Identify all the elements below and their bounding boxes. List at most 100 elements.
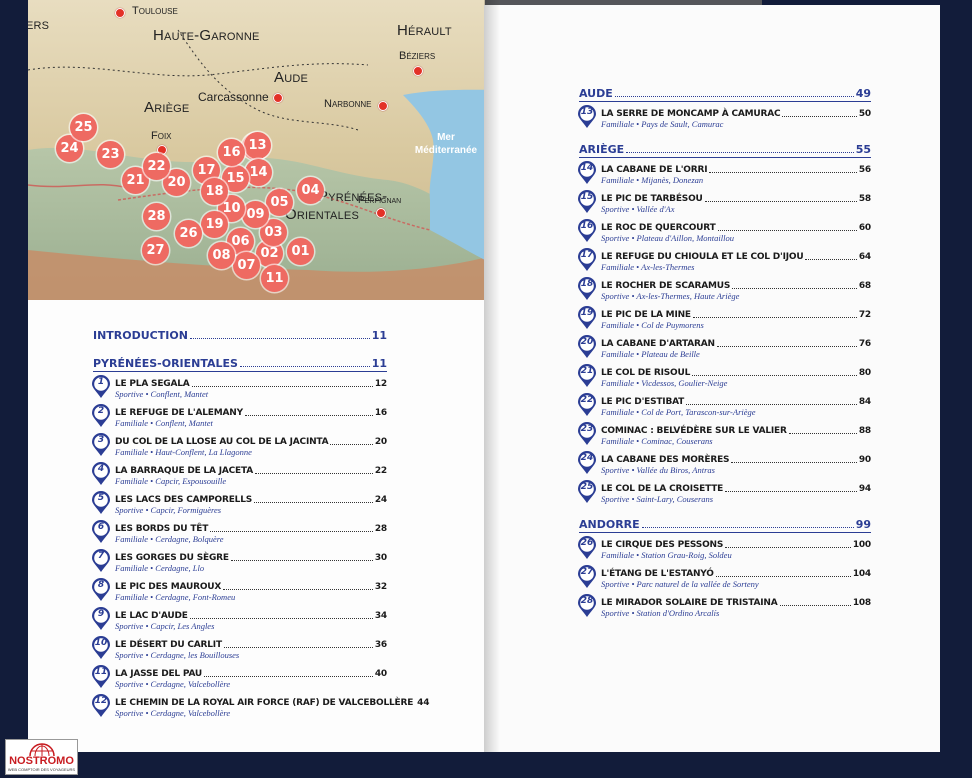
sea-label: Mer Méditerranée <box>406 131 485 157</box>
map-marker[interactable]: 16 <box>218 139 245 166</box>
map-pin-icon: 17 <box>577 248 597 272</box>
entry-title: L'étang de l'Estanyó <box>601 569 714 579</box>
toc-section-pyrenees-orientales[interactable]: Pyrénées-Orientales 11 <box>93 354 387 370</box>
entry-subtitle: Sportive • Vallée du Biros, Antras <box>601 465 715 475</box>
entry-number: 2 <box>97 406 105 416</box>
map-pin-icon: 4 <box>91 462 111 486</box>
map-marker[interactable]: 13 <box>244 132 271 159</box>
entry-page: 20 <box>374 437 387 447</box>
leader-dots <box>191 385 373 387</box>
map-marker[interactable]: 19 <box>201 211 228 238</box>
book-gutter <box>484 0 500 752</box>
entry-page: 104 <box>852 569 871 579</box>
city-label-narbonne: Narbonne <box>324 98 372 110</box>
toc-section-aude[interactable]: Aude 49 <box>579 84 871 100</box>
toc-entry[interactable]: 4 La barraque de la Jaceta 22 Familiale • C… <box>91 462 387 492</box>
toc-entry[interactable]: 25 Le col de la Croisette 94 Sportive • Sai… <box>578 480 871 510</box>
entry-page: 100 <box>852 540 871 550</box>
map-pin-icon: 16 <box>577 219 597 243</box>
entry-page: 44 <box>417 698 430 708</box>
map-marker[interactable]: 07 <box>233 252 260 279</box>
toc-section-andorre[interactable]: Andorre 99 <box>579 515 871 531</box>
entry-title-row: Le pic de la Mine 72 <box>601 307 871 320</box>
right-page: Aude 49 13 La serre de Moncamp à Camurac 5… <box>484 5 940 752</box>
map-marker[interactable]: 14 <box>245 159 272 186</box>
toc-entry[interactable]: 20 La cabane d'Artaran 76 Familiale • Plate… <box>578 335 871 365</box>
toc-entry[interactable]: 26 Le cirque des Pessons 100 Familiale • St… <box>578 536 871 566</box>
toc-aude-entries: 13 La serre de Moncamp à Camurac 50 Familia… <box>578 105 871 135</box>
entry-number: 10 <box>94 638 108 648</box>
entry-title-row: Le mirador solaire de Tristaina 108 <box>601 595 871 608</box>
toc-entry[interactable]: 6 Les bords du Têt 28 Familiale • Cerdagne,… <box>92 520 387 550</box>
entry-page: 12 <box>374 379 387 389</box>
map-marker[interactable]: 09 <box>242 201 269 228</box>
toc-entry[interactable]: 7 Les gorges du Sègre 30 Familiale • Cerdag… <box>92 549 387 579</box>
map-pin-icon: 19 <box>577 306 597 330</box>
toc-section-introduction[interactable]: Introduction 11 <box>93 326 387 342</box>
city-label-perpignan: Perpignan <box>358 195 402 206</box>
entry-number: 14 <box>580 163 594 173</box>
entry-subtitle: Sportive • Ax-les-Thermes, Haute Ariège <box>601 291 740 301</box>
section-page: 11 <box>371 329 387 342</box>
map-marker[interactable]: 11 <box>261 265 288 292</box>
toc-entry[interactable]: 5 Les lacs des Camporells 24 Sportive • Cap… <box>91 491 387 521</box>
toc-entry[interactable]: 14 La cabane de l'Orri 56 Familiale • Mijan… <box>578 161 871 191</box>
entry-title: Du col de la Llose au col de la Jacinta <box>115 437 329 447</box>
entry-page: 30 <box>374 553 387 563</box>
leader-dots <box>230 559 373 561</box>
map-marker[interactable]: 01 <box>287 238 314 265</box>
toc-entry[interactable]: 21 Le col de Risoul 80 Familiale • Vicdesso… <box>578 364 871 394</box>
map-marker[interactable]: 08 <box>208 242 235 269</box>
map-marker[interactable]: 04 <box>297 177 324 204</box>
entry-number: 25 <box>580 482 594 492</box>
entry-number: 21 <box>580 366 594 376</box>
leader-dots <box>330 443 373 445</box>
toc-entry[interactable]: 22 Le pic d'Estibat 84 Familiale • Col de P… <box>578 393 871 423</box>
toc-entry[interactable]: 18 Le rocher de Scaramus 68 Sportive • Ax-l… <box>578 277 871 307</box>
map-marker[interactable]: 27 <box>142 237 169 264</box>
map-pin-icon: 15 <box>577 190 597 214</box>
toc-entry[interactable]: 15 Le pic de Tarbésou 58 Sportive • Vallée … <box>577 190 871 220</box>
map-marker[interactable]: 25 <box>70 114 97 141</box>
toc-entry[interactable]: 2 Le refuge de l'Alemany 16 Familiale • Con… <box>92 404 387 434</box>
entry-subtitle: Familiale • Pays de Sault, Camurac <box>601 119 724 129</box>
entry-title: Le pic des Mauroux <box>115 582 222 592</box>
toc-entry[interactable]: 27 L'étang de l'Estanyó 104 Sportive • Parc… <box>578 565 871 595</box>
toc-entry[interactable]: 28 Le mirador solaire de Tristaina 108 Spor… <box>578 594 871 624</box>
toc-entry[interactable]: 16 Le roc de Quercourt 60 Sportive • Platea… <box>577 219 871 249</box>
map-marker[interactable]: 22 <box>143 153 170 180</box>
leader-dots <box>614 95 854 97</box>
toc-entry[interactable]: 23 Cominac : belvédère sur le Valier 88 Fam… <box>577 422 871 452</box>
map-marker[interactable]: 28 <box>143 203 170 230</box>
toc-entry[interactable]: 10 Le désert du Carlit 36 Sportive • Cerdag… <box>92 636 387 666</box>
map-pin-icon: 9 <box>91 607 111 631</box>
map-marker[interactable]: 26 <box>175 220 202 247</box>
section-page: 11 <box>371 357 387 370</box>
section-rule <box>93 371 387 372</box>
toc-entry[interactable]: 11 La jasse del Pau 40 Sportive • Cerdagne,… <box>92 665 387 695</box>
toc-entry[interactable]: 24 La cabane des Morères 90 Sportive • Vall… <box>578 451 871 481</box>
entry-page: 50 <box>858 109 871 119</box>
entry-title-row: Le refuge de l'Alemany 16 <box>115 405 387 418</box>
leader-dots <box>239 365 370 367</box>
map-pin-icon: 23 <box>577 422 597 446</box>
toc-entry[interactable]: 12 Le chemin de la Royal Air Force (RAF) … <box>92 694 429 724</box>
map-marker[interactable]: 23 <box>97 141 124 168</box>
toc-entry[interactable]: 19 Le pic de la Mine 72 Familiale • Col de … <box>577 306 871 336</box>
entry-page: 76 <box>858 339 871 349</box>
map-marker[interactable]: 05 <box>266 189 293 216</box>
toc-entry[interactable]: 13 La serre de Moncamp à Camurac 50 Familia… <box>578 105 871 135</box>
toc-section-ariege[interactable]: Ariège 55 <box>579 140 871 156</box>
toc-entry[interactable]: 3 Du col de la Llose au col de la Jacinta… <box>92 433 387 463</box>
toc-entry[interactable]: 1 Le Pla Segala 12 Sportive • Conflent, Man… <box>92 375 387 405</box>
map-pin-icon: 5 <box>91 491 111 515</box>
city-dot-carcassonne <box>273 93 283 103</box>
toc-entry[interactable]: 9 Le lac d'Aude 34 Sportive • Capcir, Les A… <box>91 607 387 637</box>
map-marker[interactable]: 18 <box>201 178 228 205</box>
entry-title-row: Le Pla Segala 12 <box>115 376 387 389</box>
toc-entry[interactable]: 8 Le pic des Mauroux 32 Familiale • Cerdagn… <box>92 578 387 608</box>
entry-page: 90 <box>858 455 871 465</box>
city-label-foix: Foix <box>151 130 172 142</box>
toc-entry[interactable]: 17 Le refuge du Chioula et le col d'Ijou 6… <box>577 248 871 278</box>
leader-dots <box>641 526 854 528</box>
